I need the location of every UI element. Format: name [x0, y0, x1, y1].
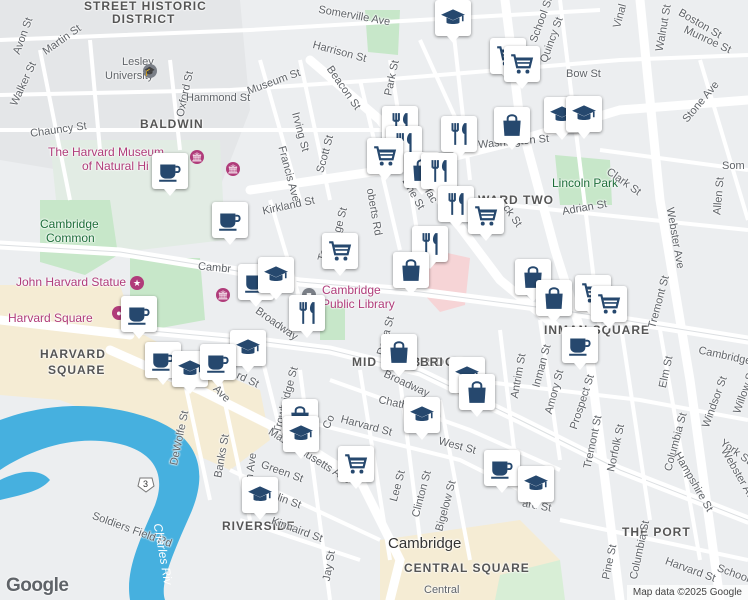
poi-label-cambridge-common: Cambridge — [40, 217, 99, 231]
school-marker[interactable] — [566, 96, 602, 139]
area-label-baldwin: BALDWIN — [140, 117, 204, 131]
shopping-bag-icon — [499, 112, 525, 138]
graduation-cap-icon — [263, 262, 289, 288]
route-3-shield: 3 — [143, 479, 149, 489]
school-marker[interactable] — [435, 0, 471, 43]
map-attribution[interactable]: Map data ©2025 Google — [626, 585, 748, 600]
school-marker[interactable] — [258, 257, 294, 300]
shopping-cart-icon — [343, 451, 369, 477]
museum-icon-2[interactable]: 🏛 — [226, 162, 240, 176]
area-label-the-port: THE PORT — [622, 525, 691, 539]
graduation-cap-icon — [440, 5, 466, 31]
cafe-marker[interactable] — [212, 202, 248, 245]
shopping-cart-icon — [596, 291, 622, 317]
shop-marker[interactable] — [459, 374, 495, 417]
school-marker[interactable] — [518, 466, 554, 509]
cafe-marker[interactable] — [121, 296, 157, 339]
shopping-cart-icon — [372, 143, 398, 169]
cafe-marker[interactable] — [152, 153, 188, 196]
street-label-hammond: Hammond St — [186, 92, 251, 104]
graduation-cap-icon — [571, 101, 597, 127]
coffee-cup-icon — [217, 207, 243, 233]
poi-label-museum-2: of Natural Hi — [82, 159, 149, 173]
area-label-square: SQUARE — [48, 363, 106, 377]
cafe-marker[interactable] — [562, 327, 598, 370]
poi-label-john-harvard-statue: John Harvard Statue — [16, 275, 127, 289]
museum-icon[interactable]: 🏛 — [190, 150, 204, 164]
fork-knife-icon — [426, 158, 452, 184]
coffee-cup-icon — [205, 349, 231, 375]
street-label-bow: Bow St — [566, 68, 601, 80]
shopping-bag-icon — [541, 285, 567, 311]
shopping-bag-icon — [464, 379, 490, 405]
cafe-marker[interactable] — [200, 344, 236, 387]
grocery-marker[interactable] — [338, 446, 374, 489]
street-label-som: Som — [722, 160, 745, 172]
area-label-brid: BRI — [420, 355, 444, 369]
coffee-cup-icon — [567, 332, 593, 358]
shopping-bag-icon — [398, 257, 424, 283]
graduation-cap-icon — [523, 471, 549, 497]
shop-marker[interactable] — [494, 107, 530, 150]
shopping-cart-icon — [473, 203, 499, 229]
statue-icon[interactable]: ★ — [130, 276, 144, 290]
shopping-cart-icon — [509, 51, 535, 77]
grocery-marker[interactable] — [591, 286, 627, 329]
city-label-cambridge: Cambridge — [388, 535, 462, 552]
area-label-district: DISTRICT — [112, 12, 176, 26]
cafe-marker[interactable] — [484, 450, 520, 493]
area-label-harvard: HARVARD — [40, 347, 106, 361]
grocery-marker[interactable] — [322, 233, 358, 276]
poi-label-common: Common — [46, 231, 95, 245]
shop-marker[interactable] — [381, 334, 417, 377]
grocery-marker[interactable] — [367, 138, 403, 181]
museum-icon-3[interactable]: 🏛 — [216, 288, 230, 302]
fork-knife-icon — [443, 191, 469, 217]
poi-label-museum: The Harvard Museum — [48, 145, 165, 159]
graduation-cap-icon — [247, 482, 273, 508]
coffee-cup-icon — [489, 455, 515, 481]
graduation-cap-icon — [288, 421, 314, 447]
restaurant-marker[interactable] — [421, 153, 457, 196]
google-logo: Google — [6, 575, 69, 596]
map-canvas[interactable]: STREET HISTORIC DISTRICT BALDWIN HARVARD… — [0, 0, 748, 600]
fork-knife-icon — [294, 300, 320, 326]
area-label-central-square: CENTRAL SQUARE — [404, 561, 530, 575]
university-icon: 🎓 — [143, 64, 157, 78]
shop-marker[interactable] — [393, 252, 429, 295]
fork-knife-icon — [446, 121, 472, 147]
shopping-bag-icon — [386, 339, 412, 365]
area-label-street-historic: STREET HISTORIC — [84, 0, 207, 13]
school-marker[interactable] — [283, 416, 319, 459]
restaurant-marker[interactable] — [441, 116, 477, 159]
poi-label-library: Cambridge — [322, 283, 381, 297]
poi-label-public-library: Public Library — [322, 297, 395, 311]
graduation-cap-icon — [409, 402, 435, 428]
poi-label-central: Central — [424, 584, 460, 596]
coffee-cup-icon — [157, 158, 183, 184]
grocery-marker[interactable] — [504, 46, 540, 89]
coffee-cup-icon — [126, 301, 152, 327]
poi-label-harvard-square: Harvard Square — [8, 311, 93, 325]
school-marker[interactable] — [242, 477, 278, 520]
grocery-marker[interactable] — [468, 198, 504, 241]
restaurant-marker[interactable] — [289, 295, 325, 338]
graduation-cap-icon — [235, 335, 261, 361]
shop-marker[interactable] — [536, 280, 572, 323]
school-marker[interactable] — [404, 397, 440, 440]
shopping-cart-icon — [327, 238, 353, 264]
